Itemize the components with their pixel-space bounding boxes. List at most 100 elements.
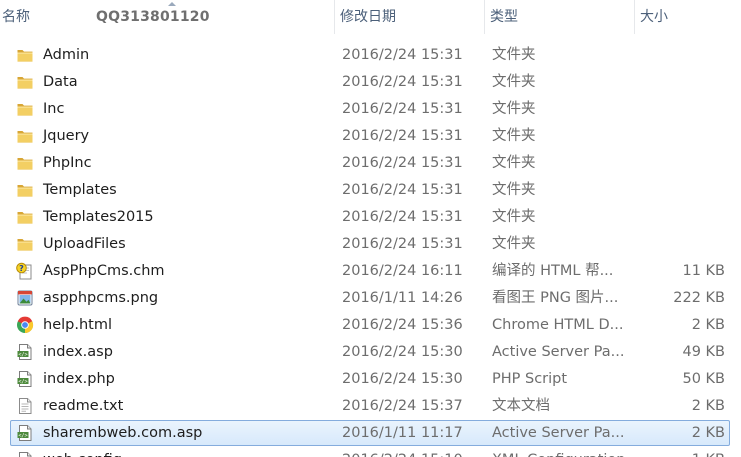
- chm-help-icon: ?: [16, 262, 34, 280]
- file-type: Active Server Pa...: [492, 344, 625, 360]
- code-file-icon: </>: [16, 370, 34, 388]
- column-name-label: 名称: [2, 9, 30, 25]
- file-date: 2016/1/11 11:17: [342, 425, 463, 441]
- text-file-icon: [16, 397, 34, 415]
- file-name: help.html: [43, 317, 112, 333]
- column-type-header[interactable]: 类型: [484, 0, 634, 34]
- file-row[interactable]: PhpInc 2016/2/24 15:31 文件夹: [10, 150, 730, 176]
- file-date: 2016/2/24 15:30: [342, 371, 463, 387]
- file-type: 文本文档: [492, 398, 550, 414]
- png-image-icon: [16, 289, 34, 307]
- file-name: Inc: [43, 101, 65, 117]
- column-date-label: 修改日期: [340, 9, 396, 25]
- file-date: 2016/2/24 16:11: [342, 263, 463, 279]
- file-row[interactable]: UploadFiles 2016/2/24 15:31 文件夹: [10, 231, 730, 257]
- file-date: 2016/2/24 15:10: [342, 447, 463, 457]
- file-type: 文件夹: [492, 209, 536, 225]
- svg-text:</>: </>: [18, 433, 27, 439]
- folder-icon: [16, 235, 34, 253]
- file-type: 文件夹: [492, 182, 536, 198]
- column-size-header[interactable]: 大小: [634, 0, 741, 34]
- file-name: web.config: [43, 447, 122, 457]
- folder-icon: [16, 46, 34, 64]
- svg-text:?: ?: [19, 264, 24, 273]
- file-row[interactable]: </> index.php 2016/2/24 15:30 PHP Script 50 …: [10, 366, 730, 392]
- file-row[interactable]: Inc 2016/2/24 15:31 文件夹: [10, 96, 730, 122]
- file-row[interactable]: Data 2016/2/24 15:31 文件夹: [10, 69, 730, 95]
- file-date: 2016/2/24 15:31: [342, 101, 463, 117]
- file-date: 2016/2/24 15:31: [342, 209, 463, 225]
- svg-text:</>: </>: [18, 379, 27, 385]
- file-type: 文件夹: [492, 47, 536, 63]
- file-type: 文件夹: [492, 101, 536, 117]
- watermark-text: QQ313801120: [96, 9, 210, 25]
- code-file-icon: </>: [16, 424, 34, 442]
- file-size: 222 KB: [673, 290, 725, 306]
- file-row[interactable]: aspphpcms.png 2016/1/11 14:26 看图王 PNG 图片..…: [10, 285, 730, 311]
- file-row[interactable]: Templates2015 2016/2/24 15:31 文件夹: [10, 204, 730, 230]
- file-name: index.php: [43, 371, 115, 387]
- folder-icon: [16, 100, 34, 118]
- file-explorer: 名称 QQ313801120 修改日期 类型 大小 Admin 2016/2/24…: [0, 0, 741, 457]
- file-row[interactable]: help.html 2016/2/24 15:36 Chrome HTML D...…: [10, 312, 730, 338]
- file-type: 文件夹: [492, 74, 536, 90]
- column-header: 名称 QQ313801120 修改日期 类型 大小: [0, 0, 741, 34]
- file-name: Templates: [43, 182, 117, 198]
- file-type: PHP Script: [492, 371, 568, 387]
- file-type: Active Server Pa...: [492, 425, 625, 441]
- column-size-label: 大小: [640, 9, 668, 25]
- file-row-selected[interactable]: </> sharembweb.com.asp 2016/1/11 11:17 Acti…: [10, 420, 730, 446]
- file-type: 看图王 PNG 图片...: [492, 290, 619, 306]
- file-row[interactable]: readme.txt 2016/2/24 15:37 文本文档 2 KB: [10, 393, 730, 419]
- file-size: 11 KB: [682, 263, 725, 279]
- file-date: 2016/2/24 15:31: [342, 128, 463, 144]
- file-size: 50 KB: [682, 371, 725, 387]
- folder-icon: [16, 154, 34, 172]
- file-row[interactable]: </> web.config 2016/2/24 15:10 XML Configur…: [10, 447, 730, 457]
- file-size: 2 KB: [691, 425, 725, 441]
- file-size: 49 KB: [682, 344, 725, 360]
- file-type: 文件夹: [492, 128, 536, 144]
- file-name: aspphpcms.png: [43, 290, 159, 306]
- file-name: Admin: [43, 47, 90, 63]
- file-name: Templates2015: [43, 209, 154, 225]
- file-size: 2 KB: [691, 317, 725, 333]
- file-date: 2016/2/24 15:31: [342, 74, 463, 90]
- file-name: Data: [43, 74, 78, 90]
- chrome-icon: [16, 316, 34, 334]
- file-type: XML Configuration...: [492, 447, 626, 457]
- folder-icon: [16, 181, 34, 199]
- file-type: Chrome HTML D...: [492, 317, 624, 333]
- file-name: sharembweb.com.asp: [43, 425, 203, 441]
- file-date: 2016/2/24 15:30: [342, 344, 463, 360]
- folder-icon: [16, 73, 34, 91]
- file-name: index.asp: [43, 344, 113, 360]
- file-name: readme.txt: [43, 398, 124, 414]
- column-type-label: 类型: [490, 9, 518, 25]
- file-date: 2016/2/24 15:31: [342, 182, 463, 198]
- file-size: 2 KB: [691, 398, 725, 414]
- file-row[interactable]: Templates 2016/2/24 15:31 文件夹: [10, 177, 730, 203]
- file-name: AspPhpCms.chm: [43, 263, 165, 279]
- file-type: 文件夹: [492, 155, 536, 171]
- file-type: 编译的 HTML 帮...: [492, 263, 614, 279]
- file-name: PhpInc: [43, 155, 92, 171]
- file-date: 2016/2/24 15:31: [342, 236, 463, 252]
- file-row[interactable]: </> index.asp 2016/2/24 15:30 Active Server…: [10, 339, 730, 365]
- file-date: 2016/1/11 14:26: [342, 290, 463, 306]
- column-date-header[interactable]: 修改日期: [334, 0, 484, 34]
- file-row[interactable]: Jquery 2016/2/24 15:31 文件夹: [10, 123, 730, 149]
- svg-text:</>: </>: [18, 352, 27, 358]
- code-file-icon: </>: [16, 451, 34, 457]
- file-row[interactable]: Admin 2016/2/24 15:31 文件夹: [10, 42, 730, 68]
- sort-ascending-icon: [168, 2, 176, 6]
- file-name: Jquery: [43, 128, 90, 144]
- file-date: 2016/2/24 15:36: [342, 317, 463, 333]
- folder-icon: [16, 208, 34, 226]
- file-type: 文件夹: [492, 236, 536, 252]
- code-file-icon: </>: [16, 343, 34, 361]
- file-row[interactable]: ? AspPhpCms.chm 2016/2/24 16:11 编译的 HTML 帮.…: [10, 258, 730, 284]
- file-size: 1 KB: [692, 447, 725, 457]
- file-name: UploadFiles: [43, 236, 126, 252]
- file-date: 2016/2/24 15:31: [342, 47, 463, 63]
